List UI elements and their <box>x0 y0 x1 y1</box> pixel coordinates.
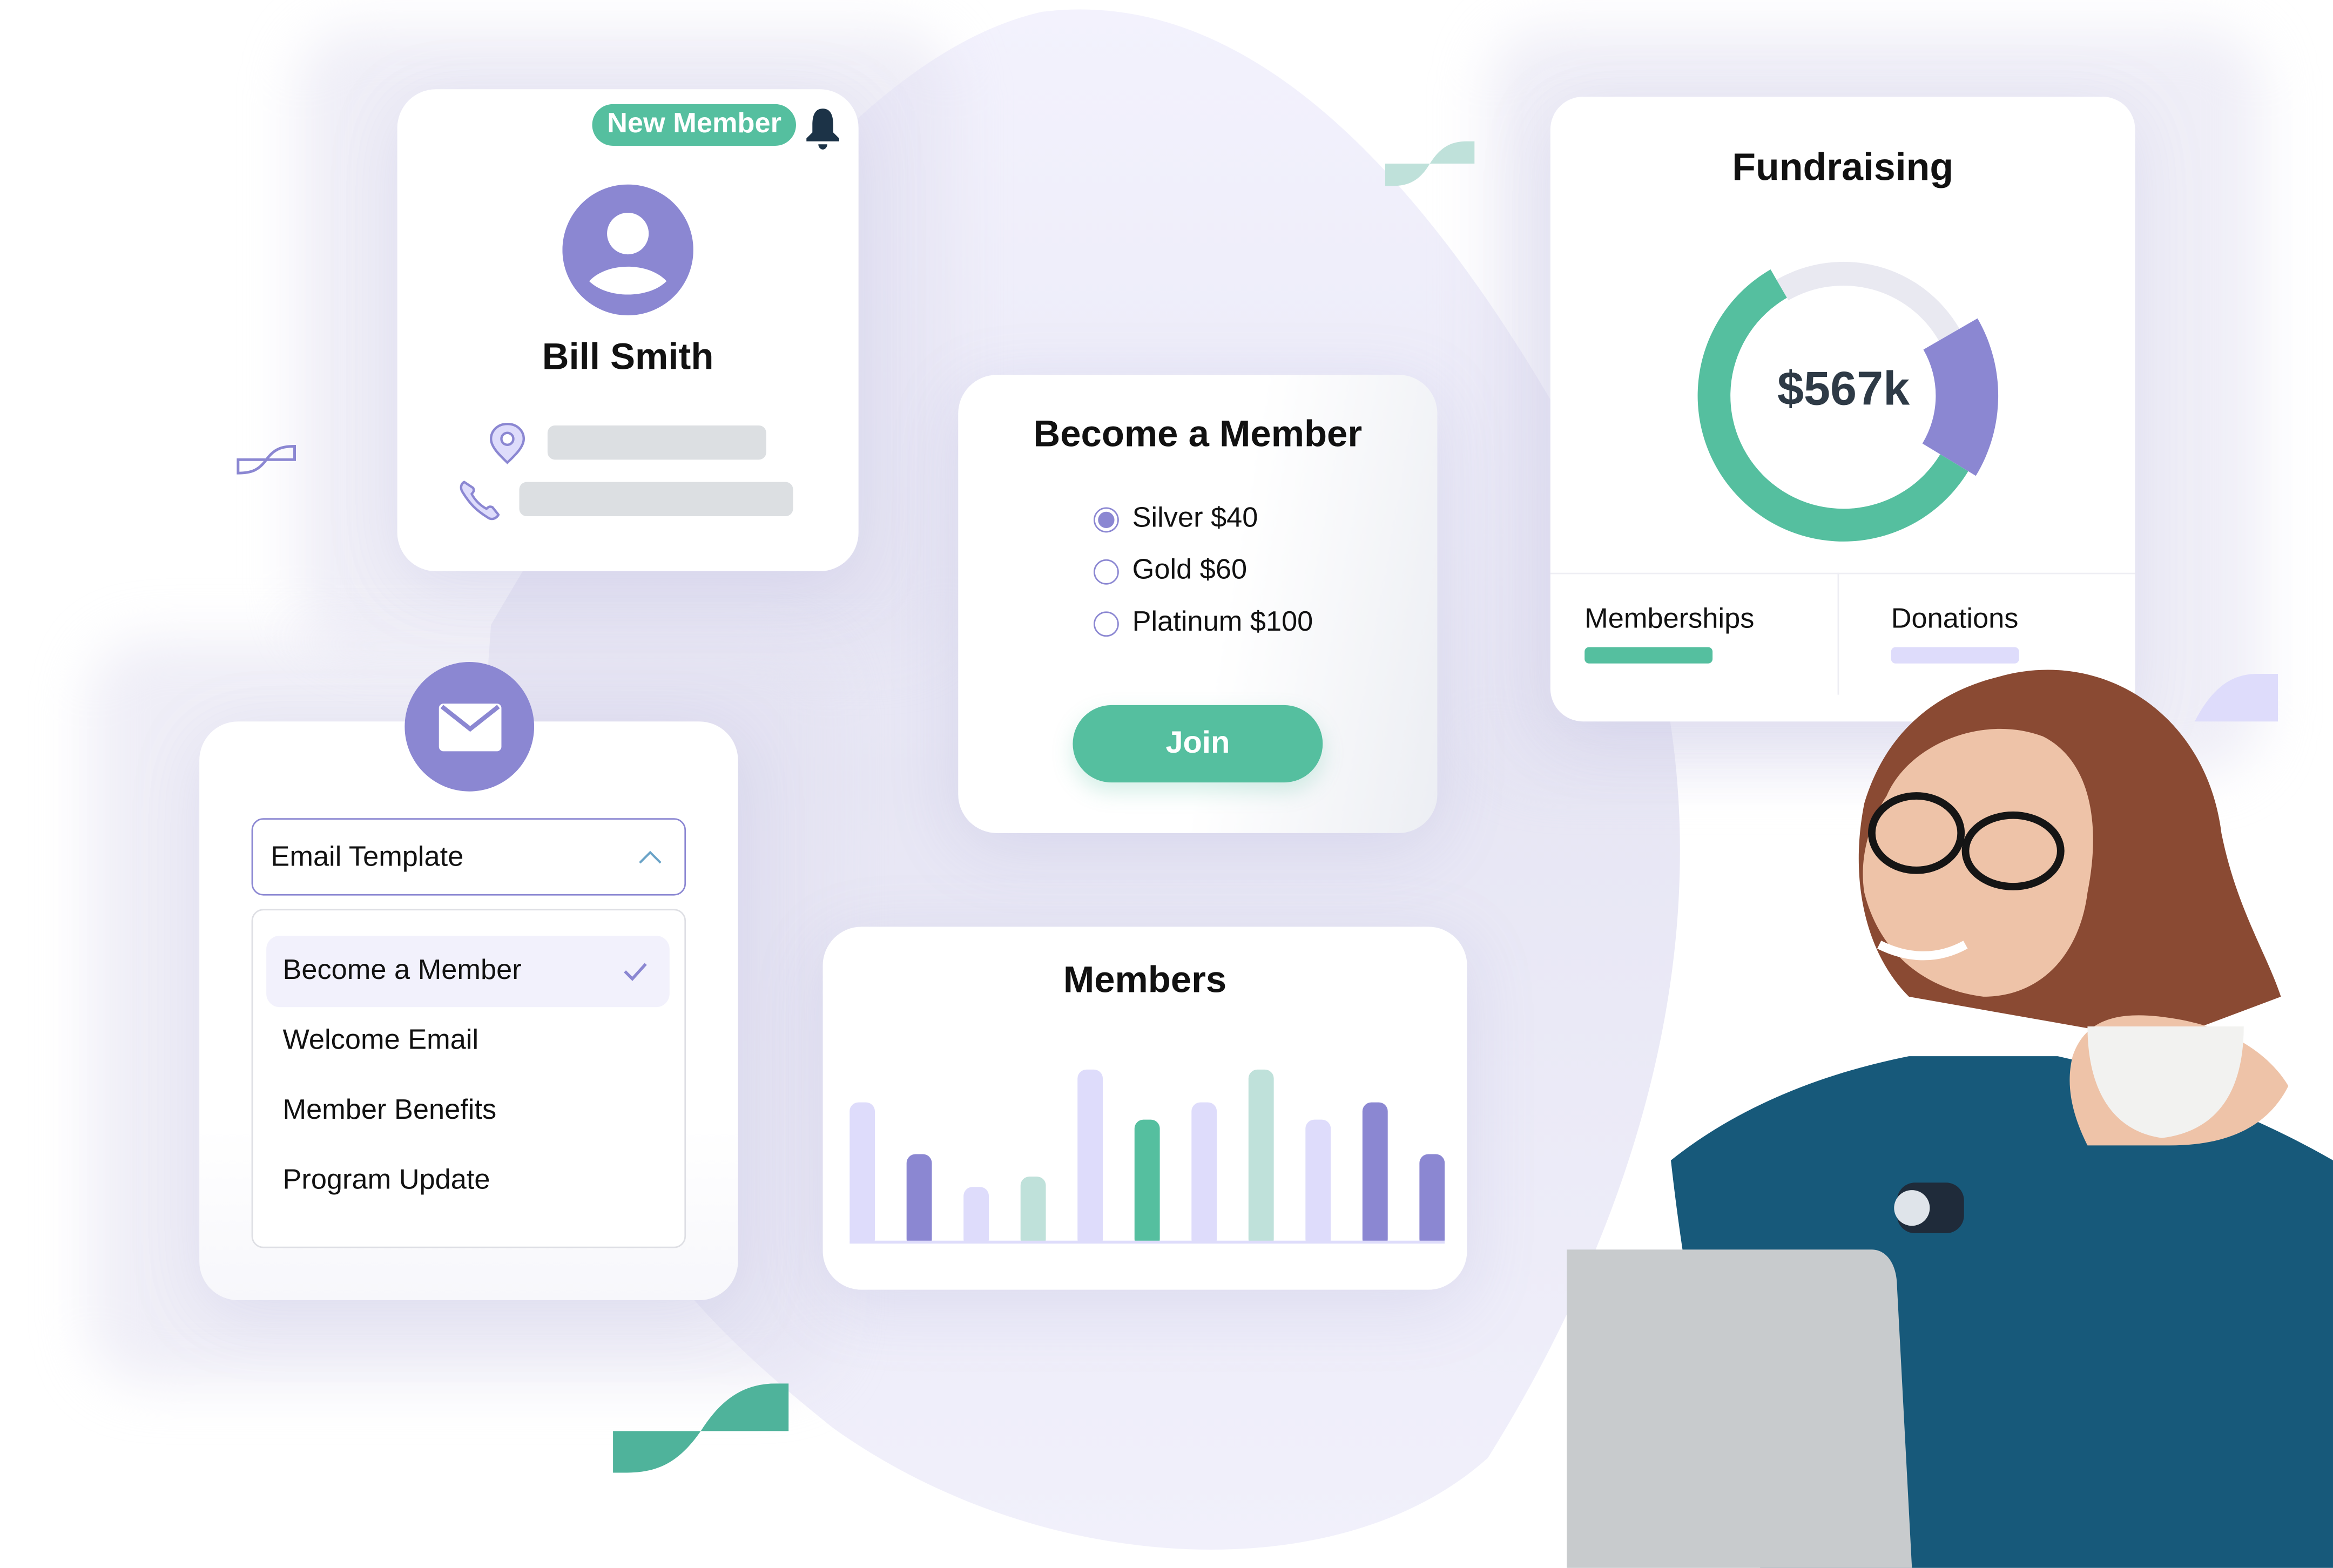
signup-title: Become a Member <box>1033 413 1363 456</box>
fundraising-title: Fundraising <box>1732 144 1954 189</box>
email-template-card: Email Template Become a Member Welcome E… <box>199 721 738 1300</box>
envelope-icon <box>438 702 501 751</box>
phone-placeholder <box>519 482 793 517</box>
member-profile-card: New Member Bill Smith <box>397 89 859 571</box>
wave-shape-mint <box>1385 141 1475 186</box>
members-bar-7 <box>1191 1102 1217 1248</box>
email-template-select[interactable]: Email Template <box>251 818 686 896</box>
chevron-up-icon[interactable] <box>637 847 664 868</box>
legend-label-donations: Donations <box>1891 604 2019 636</box>
members-bar-6 <box>1134 1119 1160 1248</box>
members-bar-3 <box>963 1187 989 1248</box>
members-chart-title: Members <box>1063 959 1227 1002</box>
user-avatar-icon <box>562 184 693 316</box>
wave-shape-green <box>613 1383 789 1473</box>
radio-button[interactable] <box>1093 610 1119 636</box>
fundraising-card: Fundraising $567k Memberships Donations <box>1550 97 2135 722</box>
members-bar-8 <box>1248 1069 1274 1248</box>
members-chart-card: Members <box>822 927 1467 1290</box>
radio-button[interactable] <box>1093 558 1119 584</box>
members-bar-2 <box>906 1154 932 1248</box>
dropdown-option-member-benefits[interactable]: Member Benefits <box>266 1076 670 1147</box>
option-label: Become a Member <box>282 955 522 986</box>
new-member-badge: New Member <box>592 104 797 146</box>
phone-icon <box>460 481 500 521</box>
dropdown-option-program-update[interactable]: Program Update <box>266 1145 670 1216</box>
option-label: Gold $60 <box>1132 555 1248 586</box>
wave-outline-purple <box>237 445 296 475</box>
fundraising-total: $567k <box>1777 361 1910 415</box>
email-badge <box>404 662 535 792</box>
legend-label-memberships: Memberships <box>1584 604 1755 636</box>
address-placeholder <box>547 425 766 460</box>
members-bar-11 <box>1419 1154 1445 1248</box>
members-bar-chart <box>849 1069 1445 1252</box>
member-name: Bill Smith <box>542 336 714 378</box>
members-bar-4 <box>1020 1177 1046 1248</box>
option-label: Platinum $100 <box>1132 607 1313 638</box>
laptop <box>1567 1249 1912 1568</box>
option-label: Program Update <box>282 1165 490 1197</box>
divider <box>1550 572 2135 575</box>
check-icon <box>624 963 647 981</box>
marketing-hero: New Member Bill Smith Become a Member Si… <box>0 0 2333 1568</box>
join-button[interactable]: Join <box>1073 705 1323 783</box>
option-label: Silver $40 <box>1132 503 1258 535</box>
members-bar-10 <box>1362 1102 1388 1248</box>
select-label: Email Template <box>271 842 464 874</box>
option-label: Member Benefits <box>282 1094 497 1126</box>
dropdown-option-become-a-member[interactable]: Become a Member <box>266 935 670 1008</box>
email-template-dropdown: Become a Member Welcome Email Member Ben… <box>251 909 686 1248</box>
membership-option-gold[interactable]: Gold $60 <box>1093 555 1248 588</box>
option-label: Welcome Email <box>282 1025 479 1057</box>
members-bar-9 <box>1305 1119 1331 1248</box>
woman-with-coffee-photo <box>1567 670 2333 1568</box>
membership-option-silver[interactable]: Silver $40 <box>1093 503 1258 536</box>
membership-option-platinum[interactable]: Platinum $100 <box>1093 607 1313 640</box>
members-bar-1 <box>849 1102 875 1248</box>
members-bar-5 <box>1077 1069 1103 1248</box>
radio-button[interactable] <box>1093 506 1119 532</box>
map-pin-icon <box>489 422 525 464</box>
dropdown-option-welcome-email[interactable]: Welcome Email <box>266 1005 670 1077</box>
membership-signup-card: Become a Member Silver $40 Gold $60 Plat… <box>958 375 1438 833</box>
bell-icon[interactable] <box>802 106 844 151</box>
